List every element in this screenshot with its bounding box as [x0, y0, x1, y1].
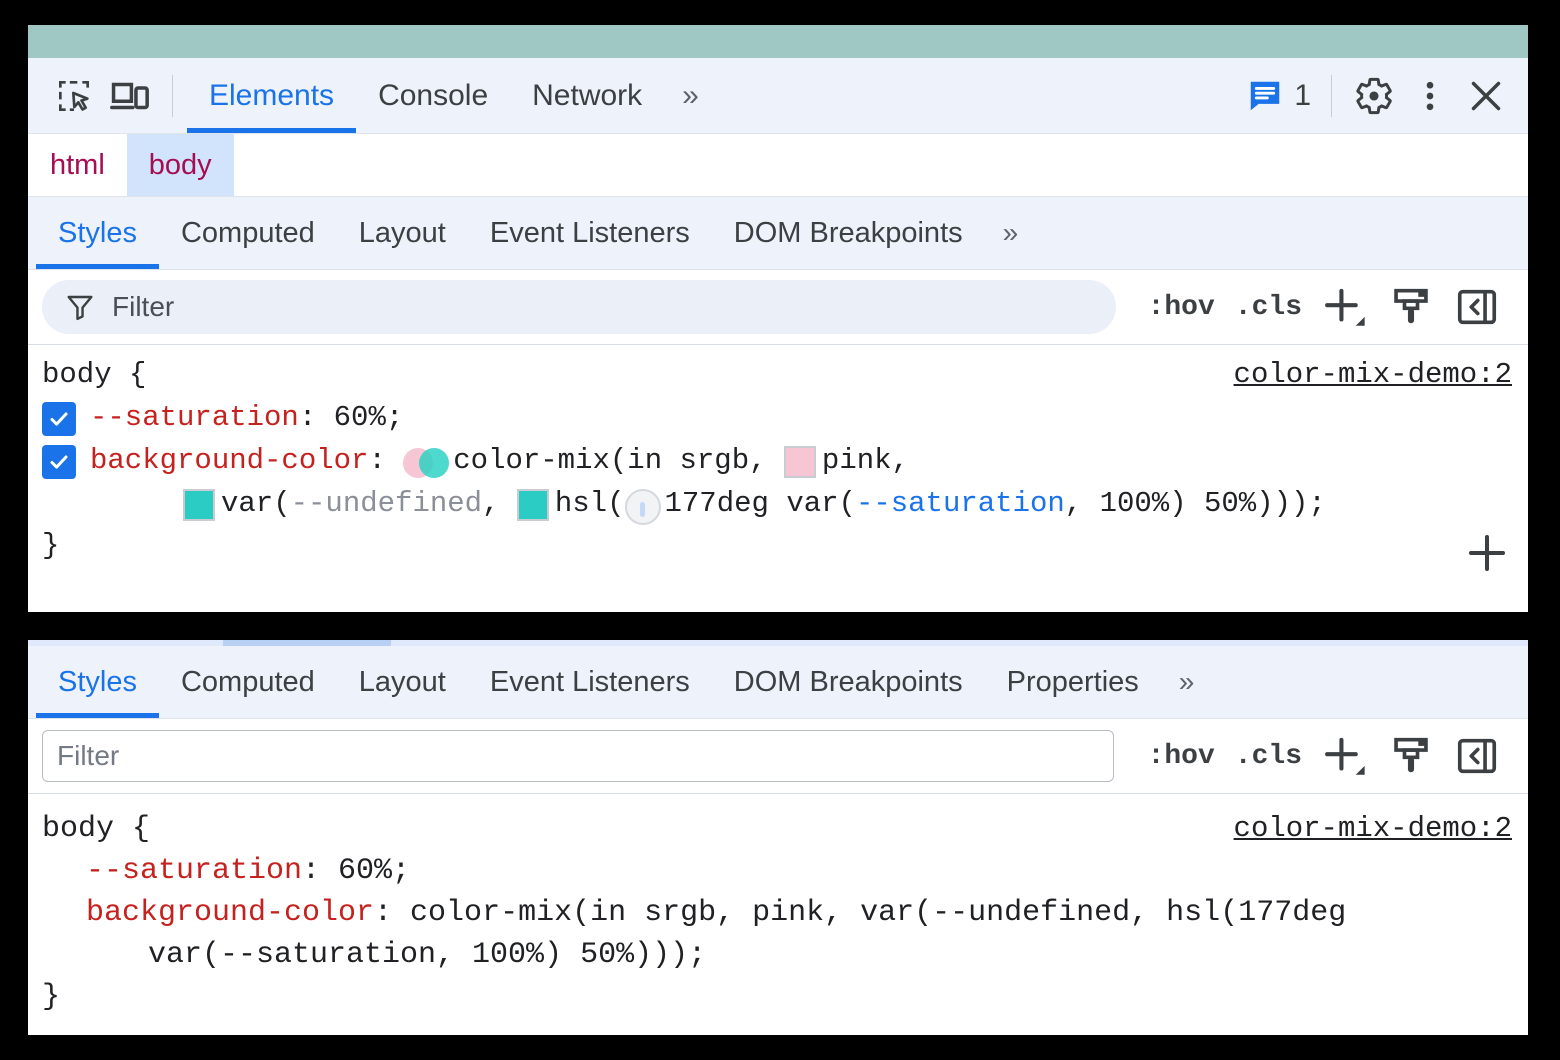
close-icon[interactable]	[1458, 68, 1514, 124]
subtab-layout[interactable]: Layout	[337, 646, 468, 718]
rule-header: body { color-mix-demo:2	[28, 355, 1528, 394]
css-rule-block: body { color-mix-demo:2 --saturation : 6…	[28, 345, 1528, 580]
filter-placeholder: Filter	[112, 291, 174, 323]
property-name[interactable]: background-color	[86, 892, 374, 934]
rule-closing: }	[28, 524, 1528, 580]
subtab-computed[interactable]: Computed	[159, 646, 337, 718]
property-value[interactable]: 60%;	[334, 398, 404, 437]
toolbar-divider	[172, 75, 173, 117]
screenshot-stage: Elements Console Network » 1	[0, 0, 1560, 1060]
plus-new-style-rule-icon[interactable]	[1318, 729, 1372, 783]
value-text-var-open[interactable]: var(	[221, 484, 291, 523]
property-colon: :	[368, 441, 403, 480]
declaration-background-color-plain: background-color : color-mix(in srgb, pi…	[28, 892, 1528, 934]
issues-message-icon	[1246, 77, 1284, 115]
devtools-panel-top: Elements Console Network » 1	[28, 25, 1528, 612]
angle-177deg-swatch[interactable]	[625, 489, 661, 525]
property-name[interactable]: background-color	[90, 441, 368, 480]
declaration-background-color: background-color : color-mix(in srgb, pi…	[28, 437, 1528, 480]
tab-network[interactable]: Network	[510, 58, 664, 133]
declaration-saturation: --saturation : 60%;	[28, 394, 1528, 437]
subtab-styles[interactable]: Styles	[36, 197, 159, 269]
hov-button[interactable]: :hov	[1138, 292, 1225, 323]
teal-color-swatch[interactable]	[517, 489, 549, 521]
css-rule-block-plain: body { color-mix-demo:2 --saturation : 6…	[28, 794, 1528, 1018]
funnel-filter-icon	[64, 291, 96, 323]
filter-input[interactable]: Filter	[42, 280, 1116, 334]
rule-header-plain: body { color-mix-demo:2	[28, 808, 1528, 850]
tab-elements[interactable]: Elements	[187, 58, 356, 133]
declaration-checkbox[interactable]	[42, 445, 76, 479]
styles-filter-row: Filter :hov .cls	[28, 270, 1528, 345]
subtab-dom-breakpoints[interactable]: DOM Breakpoints	[712, 646, 985, 718]
declaration-checkbox[interactable]	[42, 402, 76, 436]
value-text-tail[interactable]: , 100%) 50%)));	[1065, 484, 1326, 523]
color-mix-swatch[interactable]	[403, 448, 449, 478]
rule-source-link[interactable]: color-mix-demo:2	[1234, 809, 1512, 850]
subtab-dom-breakpoints[interactable]: DOM Breakpoints	[712, 197, 985, 269]
subtab-computed[interactable]: Computed	[159, 197, 337, 269]
page-accent-strip	[28, 25, 1528, 58]
inspect-element-icon[interactable]	[46, 68, 102, 124]
closing-brace: }	[42, 976, 60, 1018]
subtabs-more-chevron-icon[interactable]: »	[985, 197, 1033, 269]
pink-color-swatch[interactable]	[784, 446, 816, 478]
rule-source-link[interactable]: color-mix-demo:2	[1234, 355, 1512, 394]
styles-sidebar-tabs: Styles Computed Layout Event Listeners D…	[28, 197, 1528, 270]
subtab-properties[interactable]: Properties	[985, 646, 1161, 718]
subtab-event-listeners[interactable]: Event Listeners	[468, 197, 712, 269]
value-text-colormix[interactable]: color-mix(in srgb,	[453, 441, 784, 480]
value-var-saturation[interactable]: --saturation	[856, 484, 1065, 523]
plus-icon[interactable]	[1460, 526, 1514, 580]
breadcrumb-item-html[interactable]: html	[28, 134, 127, 196]
paint-brush-icon[interactable]	[1384, 280, 1438, 334]
property-colon: :	[299, 398, 334, 437]
toggle-sidebar-icon[interactable]	[1450, 729, 1504, 783]
more-tabs-chevron-icon[interactable]: »	[664, 79, 713, 113]
declaration-saturation-plain: --saturation : 60%;	[28, 850, 1528, 892]
rule-selector[interactable]: body {	[42, 808, 150, 850]
subtab-event-listeners[interactable]: Event Listeners	[468, 646, 712, 718]
property-value[interactable]: : 60%;	[302, 850, 410, 892]
filter-input[interactable]: Filter	[42, 730, 1114, 782]
filter-placeholder: Filter	[57, 740, 119, 772]
devtools-main-toolbar: Elements Console Network » 1	[28, 58, 1528, 134]
styles-sidebar-tabs-bottom: Styles Computed Layout Event Listeners D…	[28, 646, 1528, 719]
property-name[interactable]: --saturation	[86, 850, 302, 892]
issues-count: 1	[1294, 79, 1311, 113]
cls-button[interactable]: .cls	[1225, 292, 1312, 323]
declaration-background-color-plain-continued: var(--saturation, 100%) 50%)));	[28, 934, 1528, 976]
breadcrumb: html body	[28, 134, 1528, 197]
styles-filter-row-bottom: Filter :hov .cls	[28, 719, 1528, 794]
toolbar-divider-right	[1331, 75, 1332, 117]
property-value[interactable]: : color-mix(in srgb, pink, var(--undefin…	[374, 892, 1346, 934]
devtools-panel-bottom: Styles Computed Layout Event Listeners D…	[28, 640, 1528, 1035]
breadcrumb-item-body[interactable]: body	[127, 134, 234, 196]
subtab-styles[interactable]: Styles	[36, 646, 159, 718]
declaration-background-color-continued: var( --undefined , hsl( 177deg var( --sa…	[28, 480, 1528, 523]
subtabs-more-chevron-icon[interactable]: »	[1161, 646, 1209, 718]
kebab-menu-icon[interactable]	[1402, 68, 1458, 124]
value-text-pink[interactable]: pink,	[822, 441, 909, 480]
plus-new-style-rule-icon[interactable]	[1318, 280, 1372, 334]
subtab-layout[interactable]: Layout	[337, 197, 468, 269]
property-value-continued[interactable]: var(--saturation, 100%) 50%)));	[148, 934, 706, 976]
toggle-sidebar-icon[interactable]	[1450, 280, 1504, 334]
issues-indicator[interactable]: 1	[1246, 77, 1317, 115]
rule-selector[interactable]: body {	[42, 355, 146, 394]
cls-button[interactable]: .cls	[1225, 741, 1312, 772]
paint-brush-icon[interactable]	[1384, 729, 1438, 783]
gear-icon[interactable]	[1346, 68, 1402, 124]
rule-closing-brace-plain: }	[28, 976, 1528, 1018]
tab-console[interactable]: Console	[356, 58, 510, 133]
rule-closing-brace: }	[42, 526, 59, 565]
device-toolbar-icon[interactable]	[102, 68, 158, 124]
hov-button[interactable]: :hov	[1138, 741, 1225, 772]
teal-color-swatch[interactable]	[183, 489, 215, 521]
value-text-angle[interactable]: 177deg var(	[665, 484, 856, 523]
property-name[interactable]: --saturation	[90, 398, 299, 437]
